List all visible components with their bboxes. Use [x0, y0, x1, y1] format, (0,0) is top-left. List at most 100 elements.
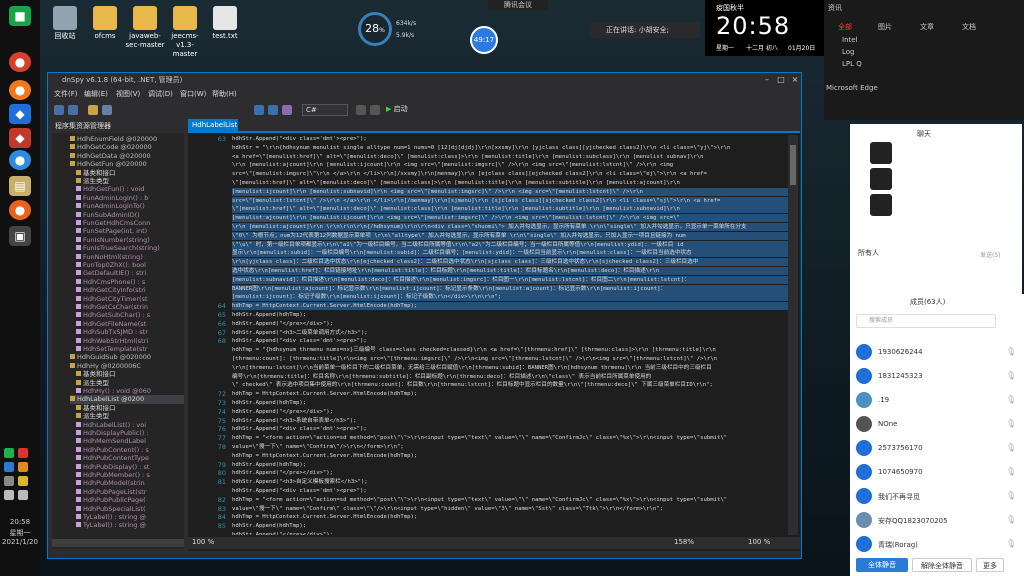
- window-titlebar[interactable]: dnSpy v6.1.8 (64-bit, .NET, 管理员) – □ ×: [48, 73, 801, 87]
- firefox-icon[interactable]: ●: [9, 80, 31, 100]
- menu-file[interactable]: 文件(F): [54, 89, 78, 99]
- member-row[interactable]: 1074650970 🎙: [856, 464, 1016, 484]
- menu-window[interactable]: 窗口(W): [180, 89, 206, 99]
- tray-yellow-icon[interactable]: [18, 476, 28, 486]
- mic-icon[interactable]: 🎙: [1006, 467, 1016, 476]
- sticker-thumbnail[interactable]: [870, 194, 892, 216]
- sticker-thumbnail[interactable]: [870, 142, 892, 164]
- mic-icon[interactable]: 🎙: [1006, 395, 1016, 404]
- sticker-thumbnail[interactable]: [870, 168, 892, 190]
- taskview-icon[interactable]: ▣: [9, 226, 31, 246]
- desktop-icon-test-txt[interactable]: test.txt: [204, 6, 246, 41]
- scrollbar-thumb[interactable]: [790, 145, 796, 185]
- code-line: 选中状态\r\n[menulist:href]：栏目链接地址\r\n[menul…: [232, 267, 788, 275]
- tray-green-icon[interactable]: [4, 448, 14, 458]
- undo-icon[interactable]: [356, 105, 366, 115]
- menu-debug[interactable]: 调试(D): [148, 89, 173, 99]
- start-debug-button[interactable]: ▶ 启动: [386, 104, 408, 114]
- refresh-icon[interactable]: [254, 105, 264, 115]
- code-line: hdhStr.Append("<h3>自定义模板搜索栏</h3>");: [232, 479, 368, 486]
- redo-icon[interactable]: [370, 105, 380, 115]
- mic-icon[interactable]: 🎙: [1006, 539, 1016, 548]
- taskbar-clock-time[interactable]: 20:58: [0, 518, 40, 526]
- vertical-scrollbar[interactable]: [788, 135, 798, 535]
- start-icon[interactable]: ■: [9, 6, 31, 26]
- zoom-percent[interactable]: 100 %: [748, 538, 770, 546]
- open-icon[interactable]: [88, 105, 98, 115]
- news-tab-images[interactable]: 图片: [878, 22, 892, 32]
- tab-hdhlabellist[interactable]: HdhLabelList: [188, 119, 238, 131]
- minimize-icon[interactable]: –: [760, 73, 774, 87]
- chrome-icon[interactable]: ●: [9, 52, 31, 72]
- mic-icon[interactable]: 🎙: [1006, 443, 1016, 452]
- mute-all-button[interactable]: 全体静音: [856, 558, 908, 572]
- mic-icon[interactable]: 🎙: [1006, 491, 1016, 500]
- back-icon[interactable]: [54, 105, 64, 115]
- language-select[interactable]: C#: [302, 104, 348, 116]
- tree-node-icon: [76, 329, 81, 335]
- unmute-all-button[interactable]: 解除全体静音: [912, 558, 972, 572]
- recipient-select[interactable]: 所有人: [858, 248, 879, 258]
- member-row[interactable]: .19 🎙: [856, 392, 1016, 412]
- member-row[interactable]: 青瑞(Rorag) 🎙: [856, 536, 1016, 556]
- menu-edit[interactable]: 编辑(E): [84, 89, 108, 99]
- tray-gray-icon[interactable]: [4, 476, 14, 486]
- tree-node-icon: [76, 430, 81, 435]
- meeting-bar[interactable]: 腾讯会议: [488, 0, 548, 10]
- save-icon[interactable]: [102, 105, 112, 115]
- forward-icon[interactable]: [68, 105, 78, 115]
- news-item[interactable]: Microsoft Edge: [826, 84, 878, 92]
- news-item[interactable]: Log: [842, 48, 855, 56]
- widget-day: 星期一: [716, 45, 735, 52]
- member-row[interactable]: 安存QQ1823070205 🎙: [856, 512, 1016, 532]
- tree-node-icon: [76, 337, 81, 343]
- news-tab-docs[interactable]: 文档: [962, 22, 976, 32]
- browser-icon[interactable]: ●: [9, 150, 31, 170]
- member-row[interactable]: NOne 🎙: [856, 416, 1016, 436]
- menu-help[interactable]: 帮助(H): [212, 89, 237, 99]
- tray-blue-icon[interactable]: [4, 462, 14, 472]
- app-icon[interactable]: ◆: [9, 104, 31, 124]
- news-item[interactable]: Intel: [842, 36, 858, 44]
- tray-orange-icon[interactable]: [18, 462, 28, 472]
- explorer-icon[interactable]: ▤: [9, 176, 31, 196]
- news-tab-all[interactable]: 全部: [838, 22, 852, 32]
- tree-node-label: FunSetPage(int, int): [83, 227, 148, 236]
- app-red-icon[interactable]: ◆: [9, 128, 31, 148]
- close-icon[interactable]: ×: [788, 73, 802, 87]
- news-item[interactable]: LPL Q: [842, 60, 862, 68]
- desktop-icon-recycle-bin[interactable]: 回收站: [44, 6, 86, 41]
- mic-icon[interactable]: 🎙: [1006, 419, 1016, 428]
- tray-network-icon[interactable]: [18, 490, 28, 500]
- desktop-icon-jeecms[interactable]: jeecms-v1.3-master: [164, 6, 206, 59]
- send-button[interactable]: 发送(S): [980, 250, 1001, 259]
- code-view[interactable]: hdhStr.Append("<div class='dmt'><pre>");…: [232, 135, 788, 535]
- code-line: [menulist:ajcount]\r\n [menulist:ijcount…: [232, 214, 788, 223]
- mic-icon[interactable]: 🎙: [1006, 347, 1016, 356]
- meeting-timer[interactable]: 49:17: [470, 26, 498, 54]
- member-row[interactable]: 我们不再寻觅 🎙: [856, 488, 1016, 508]
- desktop-icon-javaweb[interactable]: javaweb-sec-master: [124, 6, 166, 50]
- member-row[interactable]: 2573756170 🎙: [856, 440, 1016, 460]
- member-row[interactable]: 1831245323 🎙: [856, 368, 1016, 388]
- zoom-level[interactable]: 100 %: [192, 538, 214, 546]
- build-icon[interactable]: [282, 105, 292, 115]
- firefox2-icon[interactable]: ●: [9, 200, 31, 220]
- tree-node-label: HdhWebStrHtml(stri: [83, 336, 149, 345]
- mic-icon[interactable]: 🎙: [1006, 371, 1016, 380]
- member-row[interactable]: 1930626244 🎙: [856, 344, 1016, 364]
- settings-icon[interactable]: [268, 105, 278, 115]
- tray-volume-icon[interactable]: [4, 490, 14, 500]
- mic-icon[interactable]: 🎙: [1006, 515, 1016, 524]
- members-search-input[interactable]: 搜索成员: [856, 314, 996, 328]
- maximize-icon[interactable]: □: [774, 73, 788, 87]
- tree-node[interactable]: TyLabel() : string @: [76, 521, 184, 530]
- more-button[interactable]: 更多: [976, 558, 1004, 572]
- tree-node-label: HdhPubPageList(str: [83, 487, 147, 496]
- network-meter[interactable]: 28% 634k/s 5.9k/s: [358, 12, 418, 48]
- menu-view[interactable]: 视图(V): [116, 89, 140, 99]
- news-tab-articles[interactable]: 文章: [920, 22, 934, 32]
- desktop-icon-ofcms[interactable]: ofcms: [84, 6, 126, 41]
- explorer-scrollbar[interactable]: [52, 539, 184, 547]
- tray-red-icon[interactable]: [18, 448, 28, 458]
